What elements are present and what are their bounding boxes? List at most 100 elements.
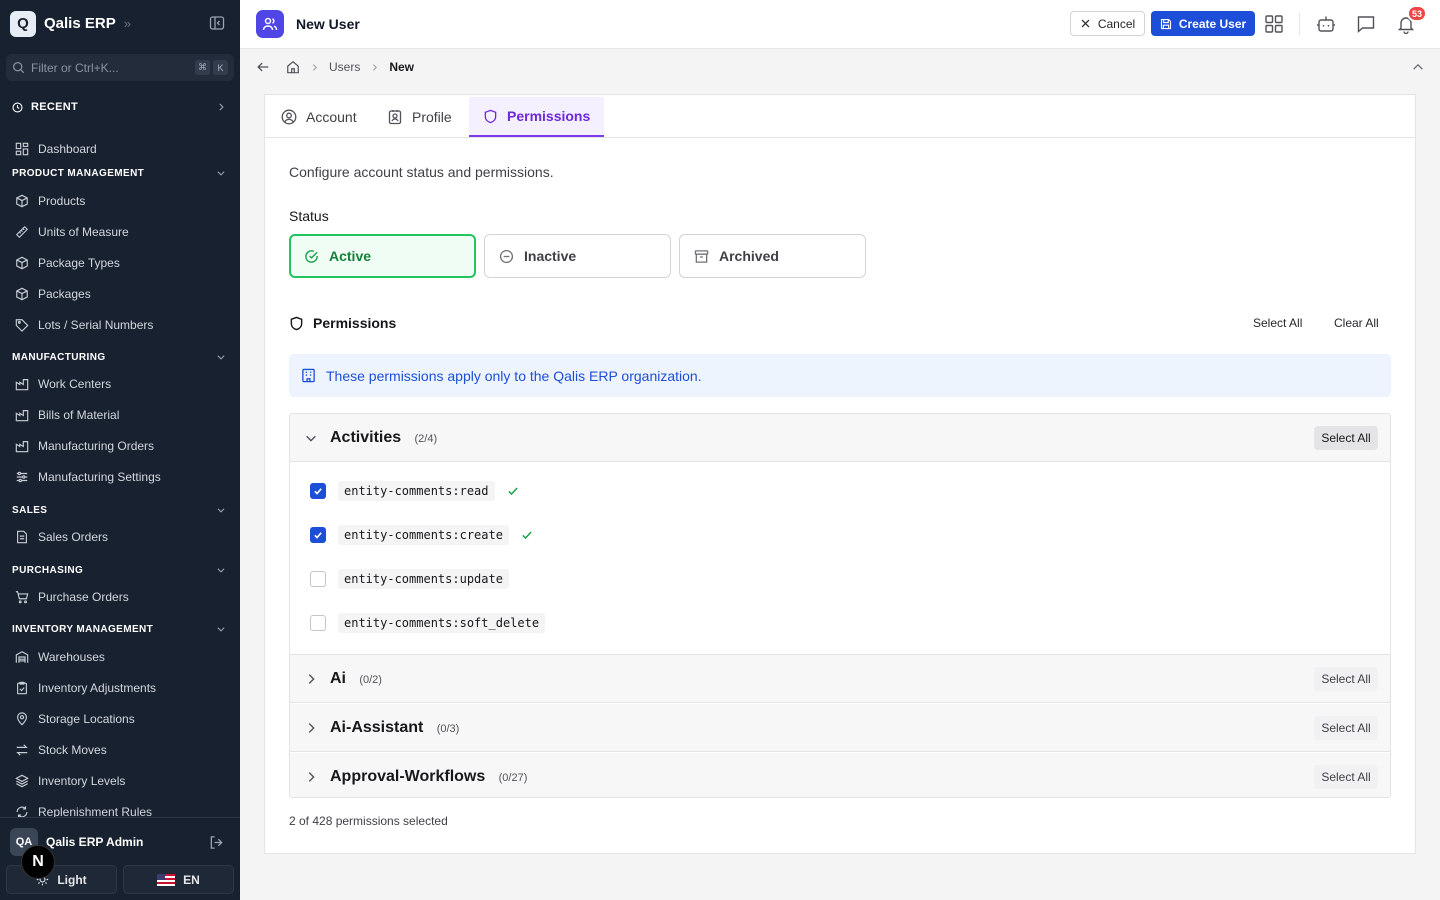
sidebar-item-label: Lots / Serial Numbers [38,318,154,332]
chevrons-right-icon: » [123,16,131,31]
sidebar-item-work-centers[interactable]: Work Centers [15,374,111,394]
package-icon [16,194,28,208]
grid-icon[interactable] [1264,14,1284,34]
map-pin-icon [17,712,27,726]
contact-icon [388,110,402,125]
group-title: Ai-Assistant [330,718,424,736]
group-select-all-button[interactable]: Select All [1314,666,1378,691]
tab-label: Permissions [507,108,591,124]
status-option-archived[interactable]: Archived [679,234,866,278]
group-select-all-button[interactable]: Select All [1314,425,1378,450]
factory-icon [15,441,29,453]
permission-group-ai-assistant[interactable]: Ai-Assistant (0/3) Select All [290,704,1390,752]
status-option-inactive[interactable]: Inactive [484,234,671,278]
sidebar-item-stock-moves[interactable]: Stock Moves [15,740,107,760]
sliders-icon [16,471,28,483]
tab-profile[interactable]: Profile [373,97,466,137]
sidebar-item-sales-orders[interactable]: Sales Orders [15,527,108,547]
permission-checkbox[interactable] [310,483,326,499]
select-all-permissions-button[interactable]: Select All [1253,316,1302,330]
factory-icon [15,410,29,422]
sidebar-item-lots-serial-numbers[interactable]: Lots / Serial Numbers [15,315,153,335]
sidebar-filter-input[interactable]: Filter or Ctrl+K... ⌘ K [6,54,234,81]
logout-icon[interactable] [209,835,224,850]
permission-checkbox[interactable] [310,615,326,631]
chevron-up-icon[interactable] [1411,60,1425,74]
tab-account[interactable]: Account [267,97,371,137]
sidebar-item-package-types[interactable]: Package Types [15,253,120,273]
permission-group-activities[interactable]: Activities (2/4) Select All [290,414,1390,462]
form-description: Configure account status and permissions… [289,164,554,180]
chevron-down-icon [306,435,316,442]
permission-row: entity-comments:create [310,524,533,546]
user-form-card: Account Profile Permissions Configure ac… [264,94,1416,854]
recent-label: RECENT [31,101,79,113]
section-title: PURCHASING [12,564,84,576]
bot-icon[interactable] [1316,14,1336,34]
group-count: (0/2) [359,673,382,686]
sidebar-item-manufacturing-settings[interactable]: Manufacturing Settings [15,467,161,487]
sidebar: Q Qalis ERP » Filter or Ctrl+K... ⌘ K RE… [0,0,240,900]
dev-tools-badge[interactable]: N [21,845,55,879]
sidebar-item-label: Manufacturing Orders [38,439,155,453]
sidebar-item-products[interactable]: Products [15,191,85,211]
sidebar-item-bills-of-material[interactable]: Bills of Material [15,405,119,425]
message-icon[interactable] [1356,14,1376,34]
sidebar-item-inventory-levels[interactable]: Inventory Levels [15,771,125,791]
sidebar-item-label: Storage Locations [38,712,135,726]
group-select-all-button[interactable]: Select All [1314,765,1378,789]
sidebar-item-warehouses[interactable]: Warehouses [15,647,105,667]
group-select-all-button[interactable]: Select All [1314,715,1378,740]
sidebar-item-label: Inventory Adjustments [38,681,157,695]
permission-group-ai[interactable]: Ai (0/2) Select All [290,655,1390,703]
clear-all-permissions-button[interactable]: Clear All [1334,316,1379,330]
group-name: Approval-Workflows (0/27) [330,768,527,786]
cancel-button[interactable]: Cancel [1070,11,1145,36]
cancel-label: Cancel [1097,16,1136,31]
tab-label: Profile [412,109,452,125]
chevron-right-icon [312,63,317,71]
status-option-active[interactable]: Active [289,234,476,278]
check-icon [314,532,322,539]
sidebar-item-label: Manufacturing Settings [38,470,161,484]
group-count: (0/3) [436,722,460,735]
section-manufacturing[interactable]: MANUFACTURING [12,350,226,364]
sidebar-item-inventory-adjustments[interactable]: Inventory Adjustments [15,678,156,698]
recent-toggle[interactable]: RECENT [12,99,226,115]
sidebar-item-label: Dashboard [38,142,97,156]
package-icon [16,256,28,270]
arrow-left-icon[interactable] [256,60,270,74]
file-text-icon [17,530,27,544]
section-purchasing[interactable]: PURCHASING [12,563,226,577]
sidebar-item-purchase-orders[interactable]: Purchase Orders [15,587,129,607]
arrows-left-right-icon [16,744,28,756]
status-option-label: Active [329,248,372,264]
permission-checkbox[interactable] [310,571,326,587]
sidebar-item-units-of-measure[interactable]: Units of Measure [15,222,129,242]
breadcrumb-users[interactable]: Users [329,60,360,74]
app-name: Qalis ERP [44,15,116,32]
permission-code: entity-comments:update [338,569,509,589]
permission-group-approval-workflows[interactable]: Approval-Workflows (0/27) Select All [290,753,1390,797]
language-select-button[interactable]: EN [123,865,234,894]
create-user-button[interactable]: Create User [1151,11,1255,36]
section-product-management[interactable]: PRODUCT MANAGEMENT [12,166,226,180]
tab-permissions[interactable]: Permissions [469,97,605,137]
group-name: Ai-Assistant (0/3) [330,719,459,737]
sidebar-item-label: Products [38,194,86,208]
home-icon[interactable] [286,60,300,74]
section-sales[interactable]: SALES [12,503,226,517]
check-icon [314,488,322,495]
circle-minus-icon [499,249,514,263]
clipboard-check-icon [17,681,27,695]
org-switcher[interactable]: Q Qalis ERP » [10,10,131,37]
sidebar-collapse-icon[interactable] [209,15,225,31]
sidebar-item-storage-locations[interactable]: Storage Locations [15,709,135,729]
circle-check-icon [305,249,318,263]
sidebar-item-dashboard[interactable]: Dashboard [15,139,97,159]
breadcrumb-current: New [389,60,415,74]
sidebar-item-manufacturing-orders[interactable]: Manufacturing Orders [15,436,154,456]
section-inventory-management[interactable]: INVENTORY MANAGEMENT [12,622,226,636]
sidebar-item-packages[interactable]: Packages [15,284,91,304]
permission-checkbox[interactable] [310,527,326,543]
